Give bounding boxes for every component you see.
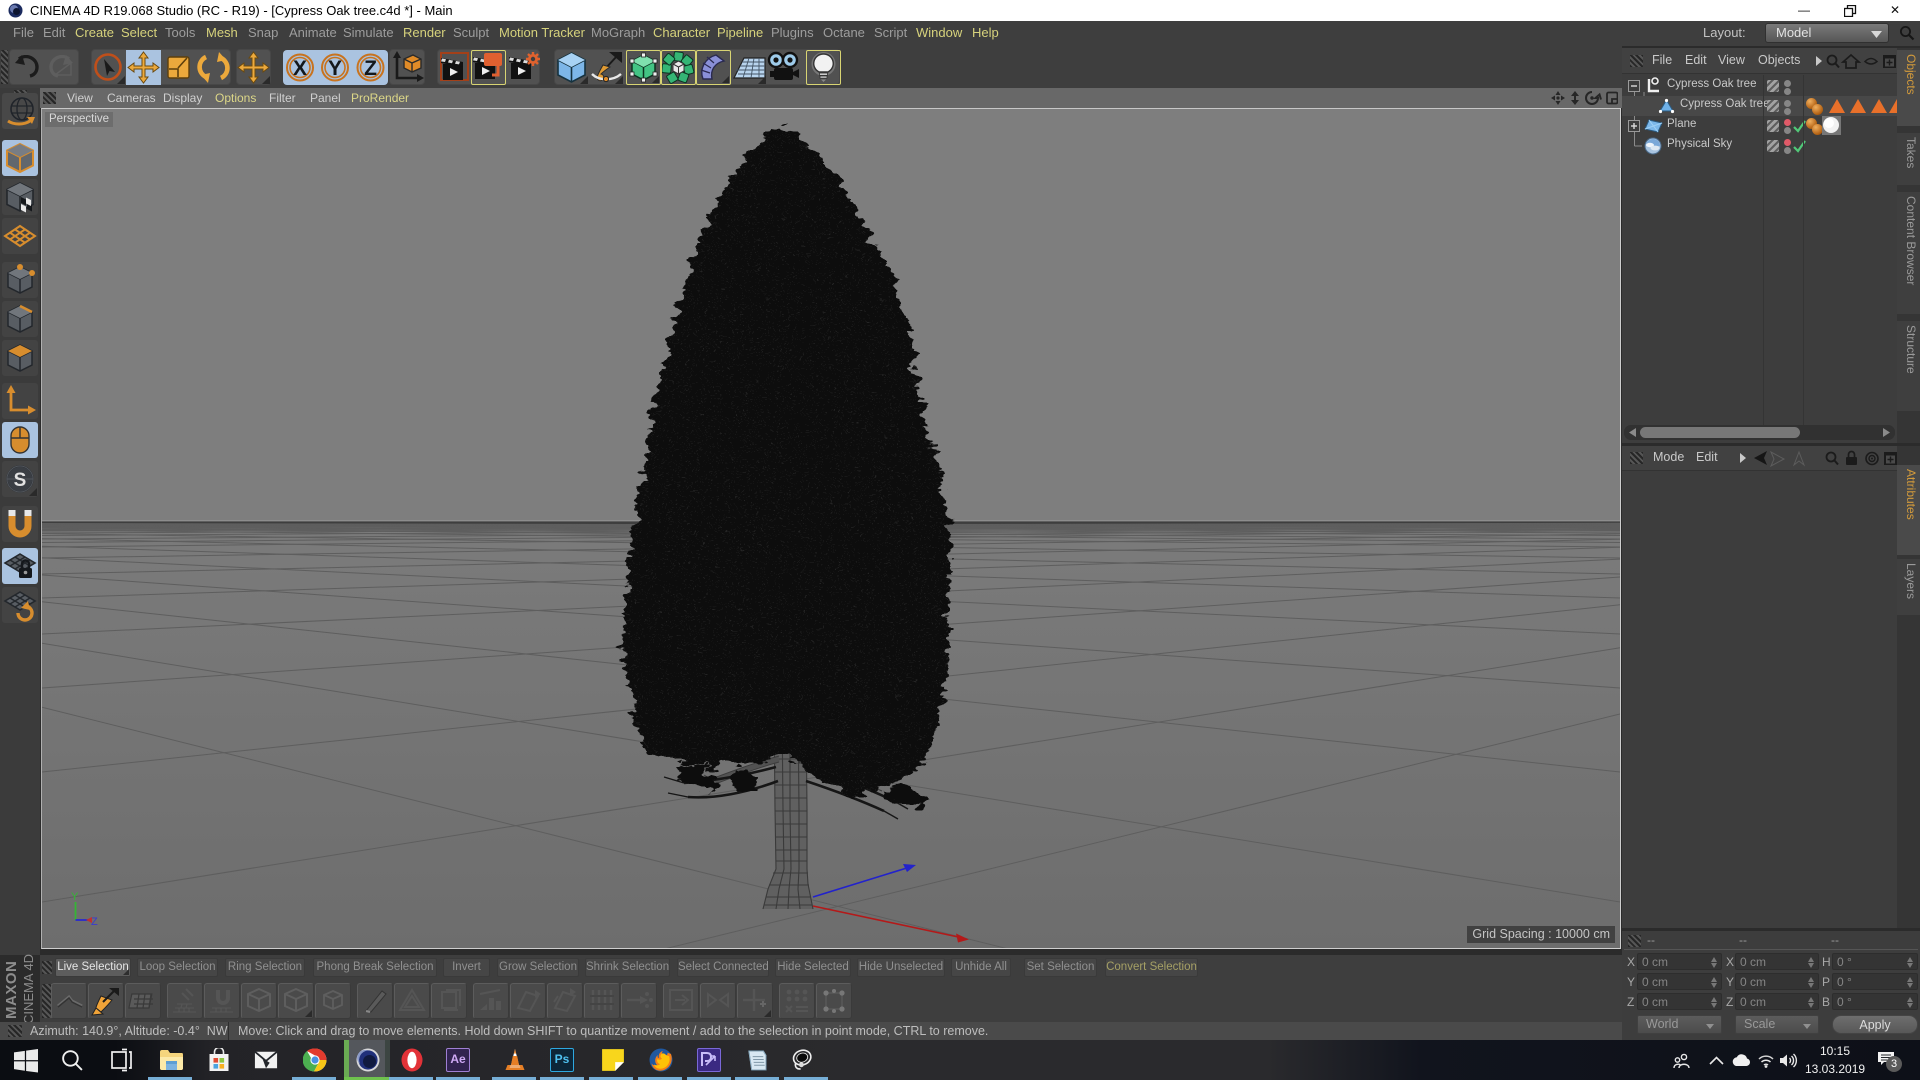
svg-text:Y: Y	[71, 891, 79, 903]
svg-text:S: S	[14, 470, 27, 491]
svg-text:X: X	[293, 57, 307, 80]
svg-text:Z: Z	[364, 57, 377, 80]
svg-text:Y: Y	[328, 57, 342, 80]
svg-text:Z: Z	[91, 916, 98, 928]
